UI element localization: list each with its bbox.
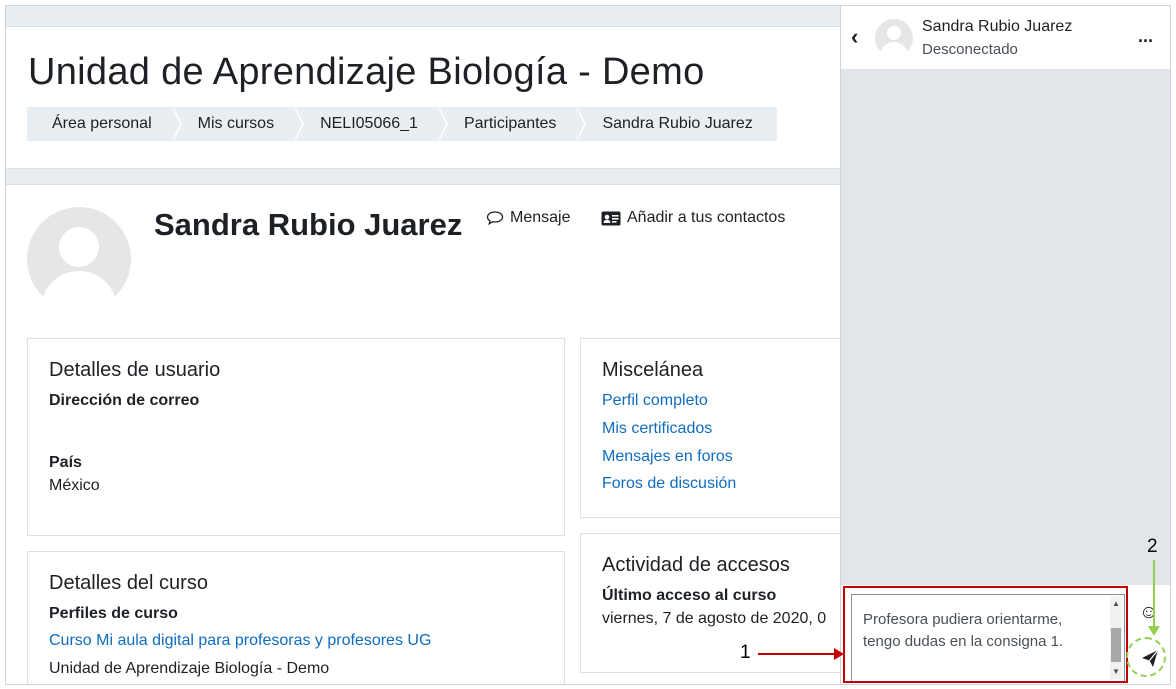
chat-contact-name[interactable]: Sandra Rubio Juarez: [922, 18, 1072, 36]
message-button[interactable]: Mensaje: [486, 209, 570, 227]
breadcrumb-item-mis-cursos[interactable]: Mis cursos: [171, 107, 305, 141]
add-contact-label: Añadir a tus contactos: [627, 209, 786, 226]
course-profiles-label: Perfiles de curso: [49, 605, 178, 622]
drawer-header: ‹ Sandra Rubio Juarez Desconectado ...: [841, 6, 1170, 70]
email-label: Dirección de correo: [49, 392, 200, 409]
chat-avatar-body: [880, 42, 908, 57]
access-activity-heading: Actividad de accesos: [602, 554, 790, 576]
course-details-panel: Detalles del curso Perfiles de curso Cur…: [27, 551, 565, 684]
breadcrumb: Área personal Mis cursos NELI05066_1 Par…: [27, 107, 777, 141]
link-perfil-completo[interactable]: Perfil completo: [602, 392, 708, 410]
annotation-number-2: 2: [1147, 536, 1158, 557]
chat-contact-status: Desconectado: [922, 41, 1018, 58]
misc-panel: Miscelánea Perfil completo Mis certifica…: [580, 338, 840, 518]
message-drawer: ‹ Sandra Rubio Juarez Desconectado ... P…: [840, 6, 1170, 684]
top-strip: [6, 6, 840, 26]
annotation-arrow-line-2: [1153, 560, 1155, 630]
last-access-label: Último acceso al curso: [602, 587, 777, 604]
avatar-head: [59, 227, 99, 267]
browser-frame: Unidad de Aprendizaje Biología - Demo Ár…: [5, 5, 1171, 685]
course-details-heading: Detalles del curso: [49, 572, 208, 594]
annotation-circle-send: [1126, 637, 1166, 677]
link-foros-discusion[interactable]: Foros de discusión: [602, 475, 736, 493]
annotation-number-1: 1: [740, 642, 751, 663]
add-contact-button[interactable]: Añadir a tus contactos: [601, 209, 785, 227]
avatar-body: [41, 271, 117, 311]
annotation-arrow-line-1: [758, 653, 838, 655]
course-link[interactable]: Curso Mi aula digital para profesoras y …: [49, 632, 431, 650]
country-label: País: [49, 454, 82, 471]
avatar: [27, 207, 131, 311]
access-activity-panel: Actividad de accesos Último acceso al cu…: [580, 533, 840, 673]
main-content: Unidad de Aprendizaje Biología - Demo Ár…: [6, 6, 840, 684]
chevron-left-icon[interactable]: ‹: [851, 26, 867, 48]
chat-avatar-head: [887, 26, 901, 40]
page-header: Unidad de Aprendizaje Biología - Demo Ár…: [6, 26, 840, 169]
speech-bubble-icon: [486, 211, 504, 226]
message-label: Mensaje: [510, 209, 571, 226]
annotation-arrowhead-1: [834, 648, 844, 660]
breadcrumb-item-current-user[interactable]: Sandra Rubio Juarez: [576, 107, 777, 141]
breadcrumb-item-course[interactable]: NELI05066_1: [294, 107, 448, 141]
chat-avatar: [875, 19, 913, 57]
profile-card: Sandra Rubio Juarez Mensaje Añadir a tus…: [6, 184, 840, 684]
profile-name: Sandra Rubio Juarez: [154, 207, 463, 242]
misc-heading: Miscelánea: [602, 359, 704, 381]
link-mensajes-foros[interactable]: Mensajes en foros: [602, 448, 733, 466]
emoji-icon[interactable]: ☺: [1139, 602, 1158, 624]
breadcrumb-item-participantes[interactable]: Participantes: [437, 107, 586, 141]
annotation-arrowhead-2: [1148, 626, 1160, 636]
more-options-icon[interactable]: ...: [1138, 26, 1153, 47]
breadcrumb-item-area-personal[interactable]: Área personal: [27, 107, 182, 141]
last-access-value: viernes, 7 de agosto de 2020, 0: [602, 610, 827, 627]
country-value: México: [49, 477, 100, 494]
page-title: Unidad de Aprendizaje Biología - Demo: [28, 51, 705, 93]
annotation-box-message-field: [843, 586, 1128, 683]
address-card-icon: [601, 211, 621, 225]
link-mis-certificados[interactable]: Mis certificados: [602, 420, 712, 438]
user-details-panel: Detalles de usuario Dirección de correo …: [27, 338, 565, 536]
course-name: Unidad de Aprendizaje Biología - Demo: [49, 660, 330, 677]
user-details-heading: Detalles de usuario: [49, 359, 221, 381]
